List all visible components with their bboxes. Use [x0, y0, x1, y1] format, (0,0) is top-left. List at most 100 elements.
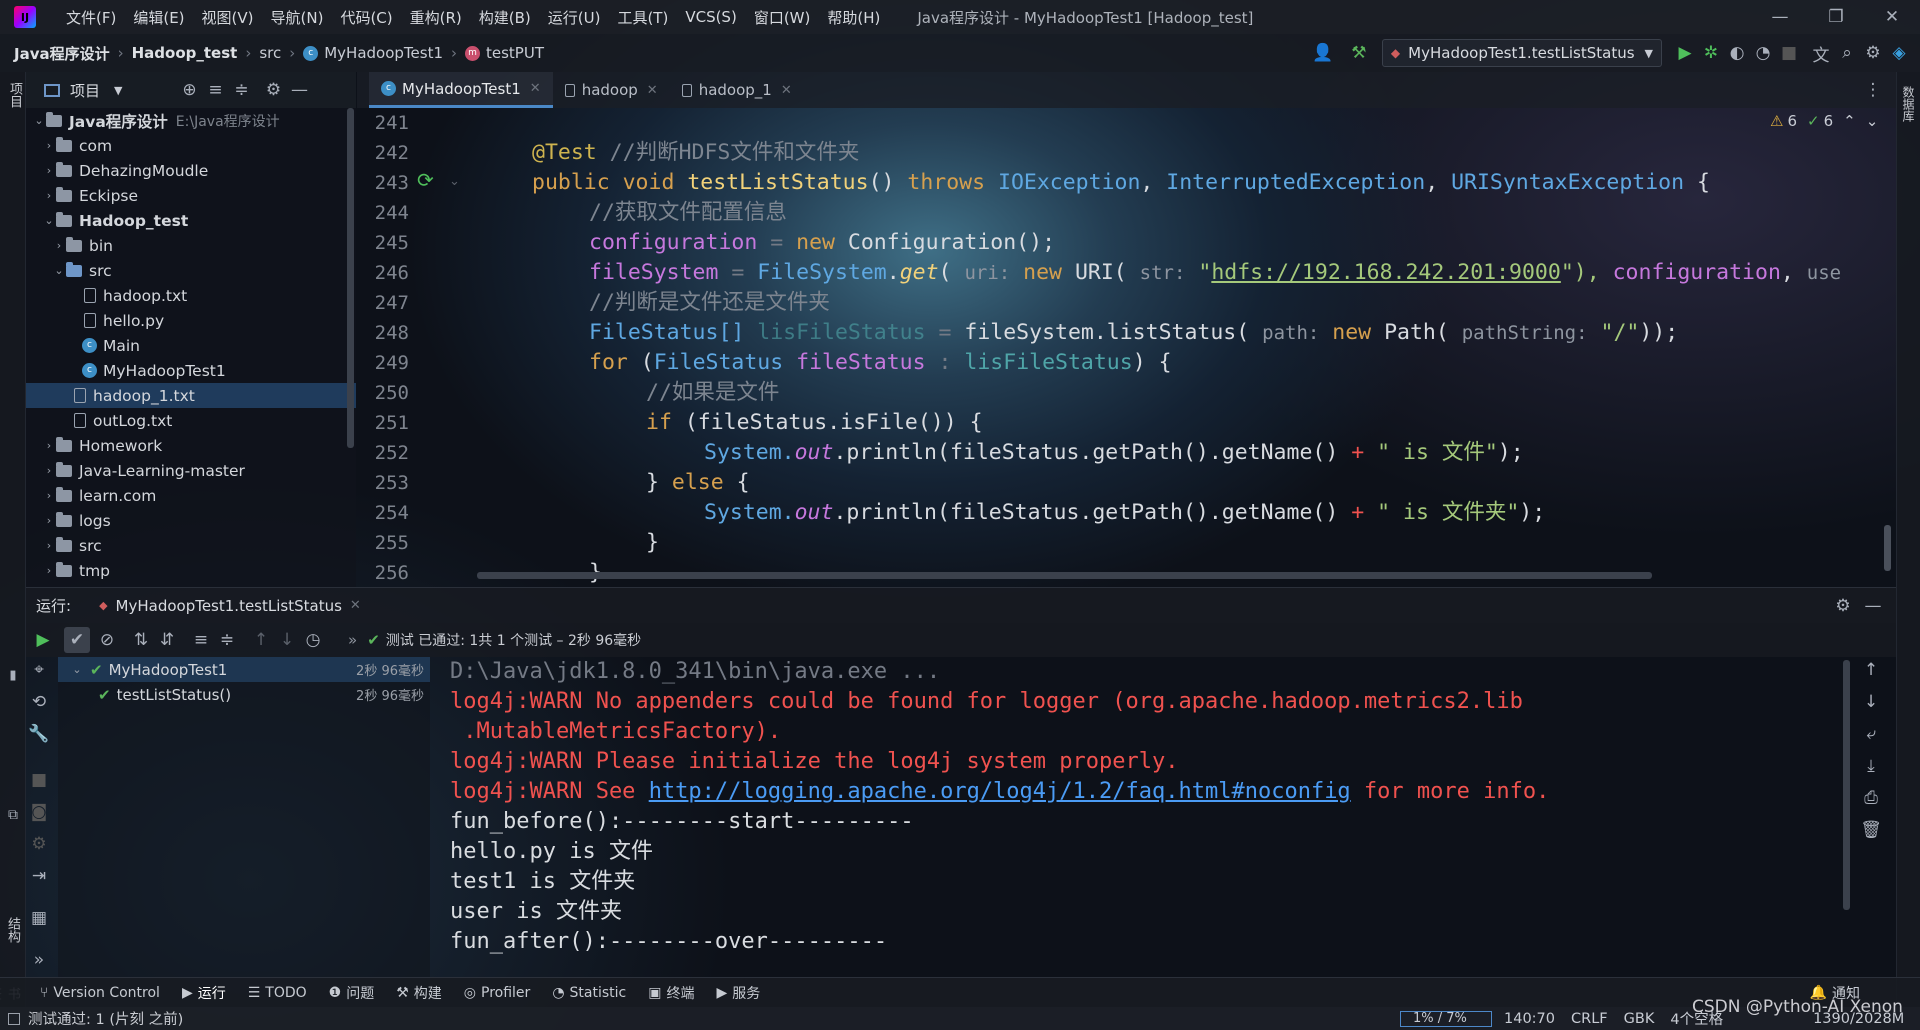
- tree-item-learn-com[interactable]: › learn.com: [26, 483, 356, 508]
- menu-navigate[interactable]: 导航(N): [271, 7, 324, 28]
- run-icon[interactable]: ▶: [1672, 40, 1698, 66]
- progress-indicator[interactable]: 1% / 7%: [1400, 1010, 1492, 1027]
- editor-vertical-scrollbar[interactable]: [1884, 525, 1891, 571]
- menu-view[interactable]: 视图(V): [202, 7, 254, 28]
- chevron-right-icon[interactable]: ›: [42, 489, 56, 502]
- tree-item-hadoop-test[interactable]: ⌄ Hadoop_test: [26, 208, 356, 233]
- camera-icon[interactable]: ◙: [26, 799, 52, 825]
- file-encoding[interactable]: GBK: [1624, 1011, 1655, 1027]
- profile-icon[interactable]: ◔: [1750, 40, 1776, 66]
- test-suite-row[interactable]: ⌄ ✔ MyHadoopTest1 2秒 96毫秒: [58, 657, 430, 682]
- tool-version-control[interactable]: ⑂ Version Control: [40, 985, 160, 1001]
- chevron-right-icon[interactable]: ›: [42, 189, 56, 202]
- layout-icon[interactable]: ▦: [26, 905, 52, 931]
- stop-icon[interactable]: ■: [26, 767, 52, 793]
- close-icon[interactable]: ✕: [1864, 4, 1920, 30]
- menu-code[interactable]: 代码(C): [340, 7, 392, 28]
- close-tab-icon[interactable]: ✕: [781, 83, 792, 98]
- trash-icon[interactable]: 🗑: [1858, 817, 1884, 843]
- chevron-right-icon[interactable]: ›: [42, 564, 56, 577]
- tree-item-outlog-txt[interactable]: outLog.txt: [26, 408, 356, 433]
- tree-item-dehazing[interactable]: › DehazingMoudle: [26, 158, 356, 183]
- console-output[interactable]: D:\Java\jdk1.8.0_341\bin\java.exe ... lo…: [440, 657, 1860, 977]
- fold-marker-icon[interactable]: ⌄: [449, 174, 460, 189]
- minimize-icon[interactable]: —: [1752, 4, 1808, 30]
- project-panel-title[interactable]: 项目: [70, 80, 100, 101]
- rerun-icon[interactable]: ▶: [30, 627, 56, 653]
- tool-run[interactable]: ▶ 运行: [182, 983, 226, 1003]
- history-icon[interactable]: ◷: [300, 627, 326, 653]
- restore-layout-icon[interactable]: ⟲: [26, 689, 52, 715]
- tree-item-src[interactable]: ⌄ src: [26, 258, 356, 283]
- expand-arrow-icon[interactable]: ⌄: [32, 114, 46, 127]
- console-link[interactable]: http://logging.apache.org/log4j/1.2/faq.…: [649, 779, 1351, 804]
- menu-tools[interactable]: 工具(T): [617, 7, 668, 28]
- expand-all-icon[interactable]: ≡: [188, 627, 214, 653]
- run-config-tab[interactable]: ◆ MyHadoopTest1.testListStatus ✕: [99, 597, 361, 615]
- structure-tool-tab[interactable]: 结构: [4, 917, 22, 943]
- arrow-down-icon[interactable]: ↓: [1858, 689, 1884, 715]
- status-message[interactable]: 测试通过: 1 (片刻 之前): [28, 1008, 183, 1029]
- chevron-right-icon[interactable]: ›: [42, 439, 56, 452]
- hide-panel-icon[interactable]: —: [286, 77, 312, 103]
- breadcrumb-module[interactable]: Hadoop_test: [132, 44, 238, 62]
- tab-myhadooptest1[interactable]: c MyHadoopTest1 ✕: [369, 72, 553, 108]
- menu-edit[interactable]: 编辑(E): [133, 7, 184, 28]
- toolbox-icon[interactable]: ◈: [1886, 40, 1912, 66]
- hide-panel-icon[interactable]: —: [1860, 593, 1886, 619]
- tool-profiler[interactable]: ◎ Profiler: [464, 985, 531, 1001]
- options-gear-icon[interactable]: ⚙: [260, 77, 286, 103]
- code-editor[interactable]: @Test //判断HDFS文件和文件夹 public void testLis…: [462, 108, 1892, 583]
- menu-help[interactable]: 帮助(H): [827, 7, 880, 28]
- wrench-icon[interactable]: 🔧: [26, 721, 52, 747]
- show-passed-icon[interactable]: ✔: [64, 627, 90, 653]
- build-hammer-icon[interactable]: ⚒: [1346, 40, 1372, 66]
- console-scrollbar[interactable]: [1843, 660, 1850, 910]
- tree-item-com[interactable]: › com: [26, 133, 356, 158]
- restore-icon[interactable]: ❐: [1808, 4, 1864, 30]
- breadcrumb-project[interactable]: Java程序设计: [14, 43, 110, 64]
- breadcrumb-method[interactable]: testPUT: [486, 44, 544, 62]
- chevron-right-icon[interactable]: ›: [42, 164, 56, 177]
- tree-item-homework[interactable]: › Homework: [26, 433, 356, 458]
- more-icon[interactable]: »: [348, 631, 357, 649]
- close-tab-icon[interactable]: ✕: [647, 83, 658, 98]
- previous-icon[interactable]: ↑: [248, 627, 274, 653]
- menu-run[interactable]: 运行(U): [548, 7, 601, 28]
- search-icon[interactable]: ⌕: [1834, 40, 1860, 66]
- settings-gear-icon[interactable]: ⚙: [26, 831, 52, 857]
- tool-terminal[interactable]: ▣ 终端: [648, 983, 694, 1003]
- next-icon[interactable]: ↓: [274, 627, 300, 653]
- print-icon[interactable]: ⎙: [1858, 785, 1884, 811]
- stop-icon[interactable]: ■: [1776, 40, 1802, 66]
- tool-problems[interactable]: ❶ 问题: [329, 983, 375, 1003]
- database-tool-tab[interactable]: 数据库: [1901, 86, 1917, 122]
- settings-gear-icon[interactable]: ⚙: [1860, 40, 1886, 66]
- translate-icon[interactable]: 文: [1808, 40, 1834, 66]
- settings-gear-icon[interactable]: ⚙: [1830, 593, 1856, 619]
- exit-icon[interactable]: ⇥: [26, 863, 52, 889]
- menu-vcs[interactable]: VCS(S): [685, 8, 736, 26]
- tree-item-tmp[interactable]: › tmp: [26, 558, 356, 583]
- chevron-right-icon[interactable]: ›: [42, 139, 56, 152]
- menu-window[interactable]: 窗口(W): [754, 7, 811, 28]
- collapse-all-icon[interactable]: ≑: [214, 627, 240, 653]
- tool-statistic[interactable]: ◔ Statistic: [552, 985, 626, 1001]
- tree-item-main[interactable]: c Main: [26, 333, 356, 358]
- breadcrumb-src[interactable]: src: [259, 44, 281, 62]
- tree-item-logs[interactable]: › logs: [26, 508, 356, 533]
- chevron-right-icon[interactable]: ›: [42, 514, 56, 527]
- expand-arrow-icon[interactable]: ⌄: [52, 264, 66, 277]
- scroll-to-end-icon[interactable]: ⤓: [1858, 753, 1884, 779]
- chevron-right-icon[interactable]: ›: [52, 239, 66, 252]
- line-ending[interactable]: CRLF: [1571, 1011, 1608, 1027]
- soft-wrap-icon[interactable]: ⤶: [1858, 721, 1884, 747]
- test-case-row[interactable]: ✔ testListStatus() 2秒 96毫秒: [58, 682, 430, 707]
- collapse-all-icon[interactable]: ≑: [228, 77, 254, 103]
- breadcrumb-class[interactable]: MyHadoopTest1: [324, 44, 443, 62]
- close-tab-icon[interactable]: ✕: [350, 598, 361, 613]
- close-tab-icon[interactable]: ✕: [530, 81, 541, 96]
- locate-icon[interactable]: ⊕: [176, 77, 202, 103]
- tab-hadoop-1[interactable]: hadoop_1 ✕: [670, 72, 804, 108]
- tree-item-root[interactable]: ⌄ Java程序设计 E:\Java程序设计: [26, 108, 356, 133]
